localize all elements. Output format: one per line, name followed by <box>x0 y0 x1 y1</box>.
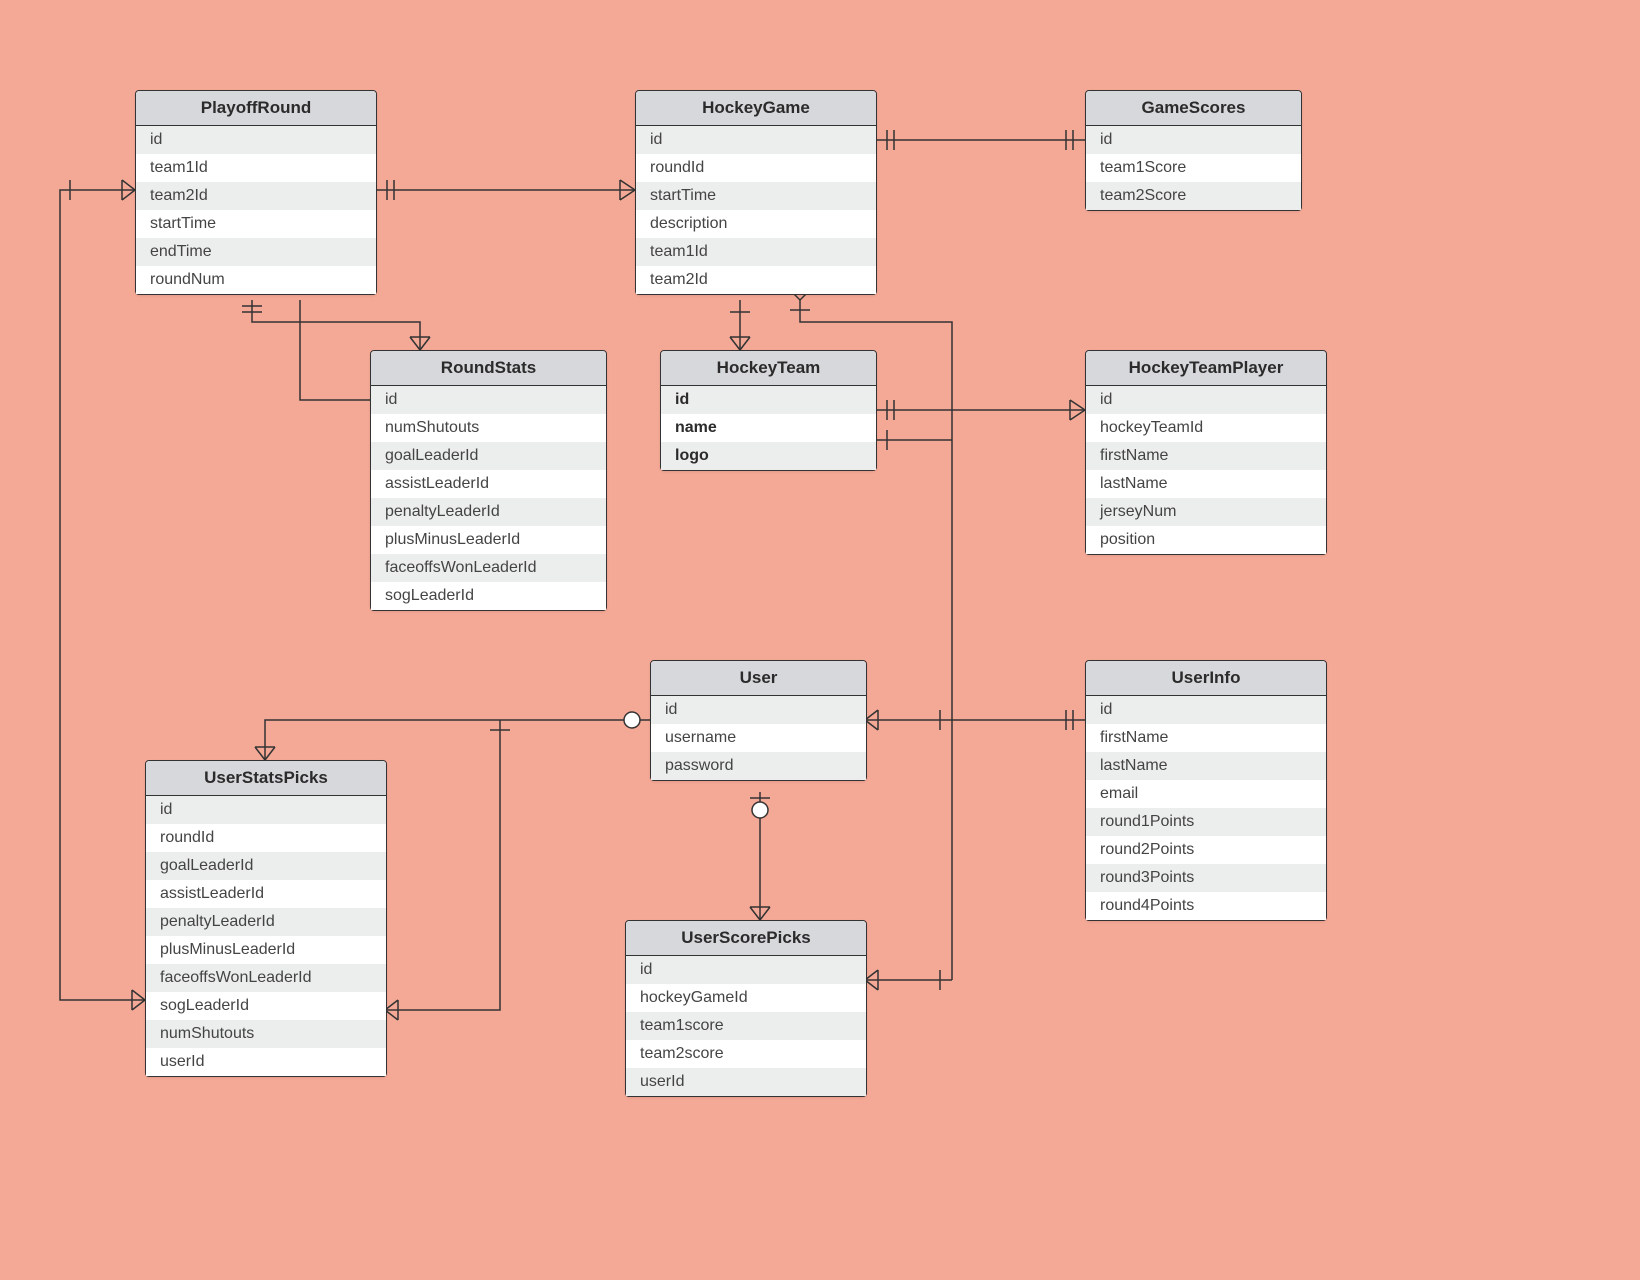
entity-field: penaltyLeaderId <box>146 908 386 936</box>
entity-field: id <box>636 126 876 154</box>
entity-field: team1score <box>626 1012 866 1040</box>
entity-field: assistLeaderId <box>371 470 606 498</box>
entity-header-hockeyTeamPlayer: HockeyTeamPlayer <box>1086 351 1326 386</box>
entity-field: team2Id <box>636 266 876 294</box>
entity-field: userId <box>146 1048 386 1076</box>
entity-field: round4Points <box>1086 892 1326 920</box>
entity-field: endTime <box>136 238 376 266</box>
entity-field: username <box>651 724 866 752</box>
entity-field: round3Points <box>1086 864 1326 892</box>
entity-field: plusMinusLeaderId <box>146 936 386 964</box>
entity-field: goalLeaderId <box>371 442 606 470</box>
entity-field: hockeyGameId <box>626 984 866 1012</box>
entity-field: id <box>1086 696 1326 724</box>
entity-header-userStatsPicks: UserStatsPicks <box>146 761 386 796</box>
entity-field: hockeyTeamId <box>1086 414 1326 442</box>
entity-field: roundNum <box>136 266 376 294</box>
entity-playoffRound: PlayoffRoundidteam1Idteam2IdstartTimeend… <box>135 90 377 295</box>
entity-field: id <box>371 386 606 414</box>
entity-field: id <box>661 386 876 414</box>
entity-field: startTime <box>136 210 376 238</box>
entity-field: goalLeaderId <box>146 852 386 880</box>
entity-userInfo: UserInfoidfirstNamelastNameemailround1Po… <box>1085 660 1327 921</box>
entity-field: team1Id <box>136 154 376 182</box>
entity-field: plusMinusLeaderId <box>371 526 606 554</box>
entity-field: team1Score <box>1086 154 1301 182</box>
entity-field: email <box>1086 780 1326 808</box>
entity-field: id <box>1086 126 1301 154</box>
entity-field: description <box>636 210 876 238</box>
entity-field: sogLeaderId <box>146 992 386 1020</box>
entity-field: numShutouts <box>371 414 606 442</box>
entity-field: roundId <box>636 154 876 182</box>
entity-gameScores: GameScoresidteam1Scoreteam2Score <box>1085 90 1302 211</box>
entity-header-playoffRound: PlayoffRound <box>136 91 376 126</box>
entity-field: logo <box>661 442 876 470</box>
entity-header-hockeyGame: HockeyGame <box>636 91 876 126</box>
entity-header-roundStats: RoundStats <box>371 351 606 386</box>
entity-hockeyGame: HockeyGameidroundIdstartTimedescriptiont… <box>635 90 877 295</box>
entity-field: password <box>651 752 866 780</box>
entity-header-userScorePicks: UserScorePicks <box>626 921 866 956</box>
entity-header-hockeyTeam: HockeyTeam <box>661 351 876 386</box>
entity-hockeyTeam: HockeyTeamidnamelogo <box>660 350 877 471</box>
entity-field: assistLeaderId <box>146 880 386 908</box>
entity-field: team1Id <box>636 238 876 266</box>
entity-field: id <box>1086 386 1326 414</box>
entity-userScorePicks: UserScorePicksidhockeyGameIdteam1scorete… <box>625 920 867 1097</box>
entity-field: userId <box>626 1068 866 1096</box>
entity-field: name <box>661 414 876 442</box>
entity-user: Useridusernamepassword <box>650 660 867 781</box>
entity-roundStats: RoundStatsidnumShutoutsgoalLeaderIdassis… <box>370 350 607 611</box>
entity-field: faceoffsWonLeaderId <box>371 554 606 582</box>
entity-field: id <box>626 956 866 984</box>
entity-hockeyTeamPlayer: HockeyTeamPlayeridhockeyTeamIdfirstNamel… <box>1085 350 1327 555</box>
entity-header-user: User <box>651 661 866 696</box>
entity-field: jerseyNum <box>1086 498 1326 526</box>
entity-field: sogLeaderId <box>371 582 606 610</box>
entity-header-userInfo: UserInfo <box>1086 661 1326 696</box>
entity-field: firstName <box>1086 724 1326 752</box>
entity-field: team2score <box>626 1040 866 1068</box>
entity-field: id <box>136 126 376 154</box>
entity-field: id <box>651 696 866 724</box>
entity-field: firstName <box>1086 442 1326 470</box>
entity-field: faceoffsWonLeaderId <box>146 964 386 992</box>
entity-field: roundId <box>146 824 386 852</box>
entity-field: numShutouts <box>146 1020 386 1048</box>
entity-field: lastName <box>1086 470 1326 498</box>
entity-field: round2Points <box>1086 836 1326 864</box>
entity-field: lastName <box>1086 752 1326 780</box>
entity-field: position <box>1086 526 1326 554</box>
entity-field: team2Score <box>1086 182 1301 210</box>
entity-field: id <box>146 796 386 824</box>
entity-field: penaltyLeaderId <box>371 498 606 526</box>
entity-header-gameScores: GameScores <box>1086 91 1301 126</box>
entity-userStatsPicks: UserStatsPicksidroundIdgoalLeaderIdassis… <box>145 760 387 1077</box>
entity-field: team2Id <box>136 182 376 210</box>
entity-field: round1Points <box>1086 808 1326 836</box>
entity-field: startTime <box>636 182 876 210</box>
